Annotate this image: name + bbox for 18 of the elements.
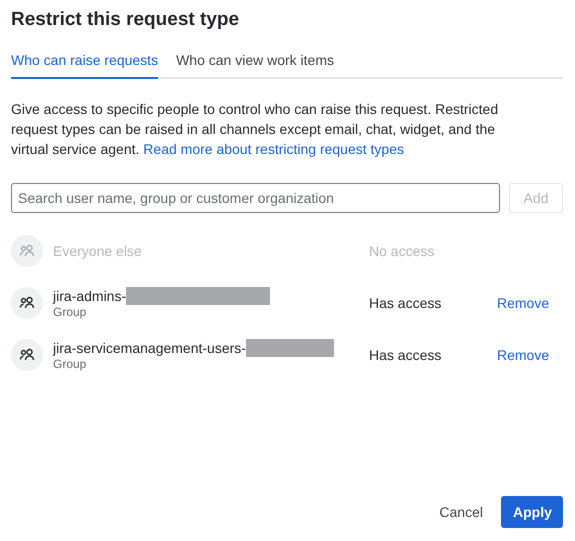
access-status: Has access: [369, 294, 442, 312]
search-field[interactable]: Search user name, group or customer organization: [11, 183, 500, 213]
entry-name: jira-admins-: [53, 286, 126, 304]
access-status: No access: [369, 242, 436, 260]
read-more-link[interactable]: Read more about restricting request types: [143, 141, 404, 157]
apply-button[interactable]: Apply: [501, 496, 563, 528]
entry-type: Group: [53, 304, 88, 320]
remove-link[interactable]: Remove: [497, 292, 550, 314]
access-status: Has access: [369, 346, 442, 364]
tab[interactable]: Who can view work items: [176, 50, 334, 79]
remove-link[interactable]: Remove: [497, 344, 550, 366]
tab[interactable]: Who can raise requests: [11, 50, 158, 79]
dialog-title: Restrict this request type: [11, 8, 240, 32]
cancel-button[interactable]: Cancel: [429, 496, 493, 528]
description-text: Give access to specific people to control who can raise this request. Restricted request types can be raised in all channels except email, chat, widget, and the virtual service agent. Read more about restricting request types: [11, 100, 500, 159]
entry-type: Group: [53, 356, 88, 372]
entry-name: Everyone else: [53, 242, 142, 260]
entry-name: jira-servicemanagement-users-: [53, 338, 246, 356]
